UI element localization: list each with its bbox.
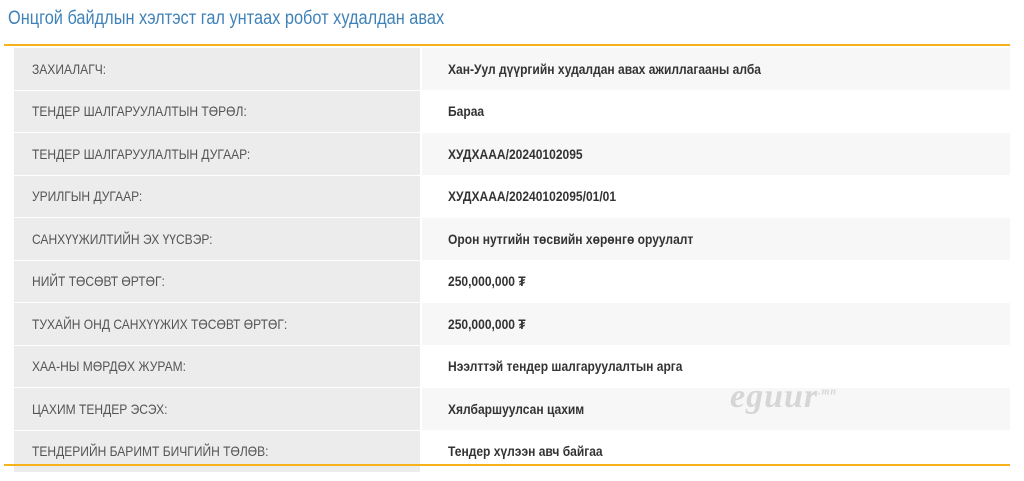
row-label: САНХҮҮЖИЛТИЙН ЭХ ҮҮСВЭР: xyxy=(14,218,422,260)
row-value: Хялбаршуулсан цахим xyxy=(422,388,1010,430)
eguur-watermark: eguur.mn xyxy=(730,378,837,415)
row-label: НИЙТ ТӨСӨВТ ӨРТӨГ: xyxy=(14,260,422,302)
bottom-divider xyxy=(4,464,1010,466)
row-value: 250,000,000 ₮ xyxy=(422,303,1010,345)
tender-info-table: ЗАХИАЛАГЧ: Хан-Уул дүүргийн худалдан ава… xyxy=(14,48,1010,473)
table-row: УРИЛГЫН ДУГААР: ХУДХААА/20240102095/01/0… xyxy=(14,175,1010,218)
table-row: ТЕНДЕР ШАЛГАРУУЛАЛТЫН ДУГААР: ХУДХААА/20… xyxy=(14,133,1010,176)
table-row: ТЕНДЕРИЙН БАРИМТ БИЧГИЙН ТӨЛӨВ: Тендер х… xyxy=(14,430,1010,473)
table-row: САНХҮҮЖИЛТИЙН ЭХ ҮҮСВЭР: Орон нутгийн тө… xyxy=(14,218,1010,261)
row-label: ТУХАЙН ОНД САНХҮҮЖИХ ТӨСӨВТ ӨРТӨГ: xyxy=(14,303,422,345)
row-label: ЗАХИАЛАГЧ: xyxy=(14,48,422,90)
row-value: 250,000,000 ₮ xyxy=(422,260,1010,302)
row-label: УРИЛГЫН ДУГААР: xyxy=(14,175,422,217)
row-value: Хан-Уул дүүргийн худалдан авах ажиллагаа… xyxy=(422,48,1010,90)
row-value: ХУДХААА/20240102095/01/01 xyxy=(422,175,1010,217)
row-value: Нээлттэй тендер шалгаруулалтын арга xyxy=(422,345,1010,387)
table-row: ЦАХИМ ТЕНДЕР ЭСЭХ: Хялбаршуулсан цахим xyxy=(14,388,1010,431)
table-row: ХАА-НЫ МӨРДӨХ ЖУРАМ: Нээлттэй тендер шал… xyxy=(14,345,1010,388)
row-value: Бараа xyxy=(422,90,1010,132)
row-label: ТЕНДЕР ШАЛГАРУУЛАЛТЫН ДУГААР: xyxy=(14,133,422,175)
row-value: ХУДХААА/20240102095 xyxy=(422,133,1010,175)
row-label: ЦАХИМ ТЕНДЕР ЭСЭХ: xyxy=(14,388,422,430)
row-value: Орон нутгийн төсвийн хөрөнгө оруулалт xyxy=(422,218,1010,260)
table-row: ЗАХИАЛАГЧ: Хан-Уул дүүргийн худалдан ава… xyxy=(14,48,1010,91)
page-title: Онцгой байдлын хэлтэст гал унтаах робот … xyxy=(8,8,445,29)
row-label: ТЕНДЕР ШАЛГАРУУЛАЛТЫН ТӨРӨЛ: xyxy=(14,90,422,132)
table-row: ТУХАЙН ОНД САНХҮҮЖИХ ТӨСӨВТ ӨРТӨГ: 250,0… xyxy=(14,303,1010,346)
top-divider xyxy=(4,44,1010,46)
table-row: НИЙТ ТӨСӨВТ ӨРТӨГ: 250,000,000 ₮ xyxy=(14,260,1010,303)
table-row: ТЕНДЕР ШАЛГАРУУЛАЛТЫН ТӨРӨЛ: Бараа xyxy=(14,90,1010,133)
row-label: ХАА-НЫ МӨРДӨХ ЖУРАМ: xyxy=(14,345,422,387)
